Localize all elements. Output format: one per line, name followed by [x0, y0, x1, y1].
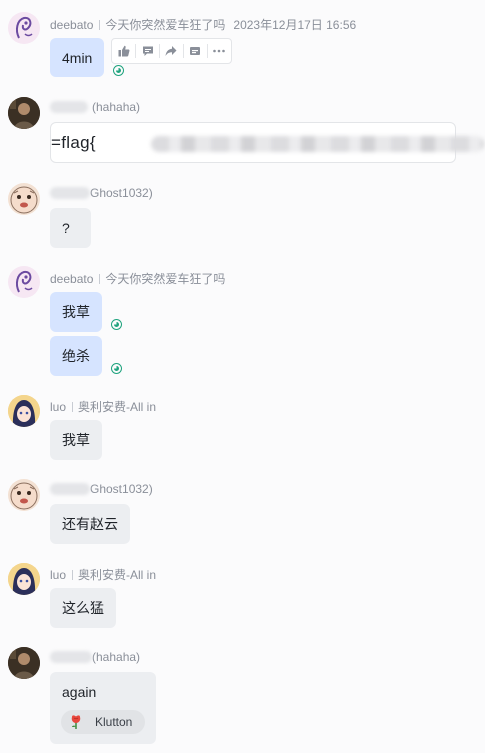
message-header: deebato 今天你突然爱车狂了吗 2023年12月17日 16:56	[50, 16, 356, 33]
redacted-name	[50, 187, 90, 199]
message-text: 还有赵云	[62, 516, 118, 532]
message-header: Ghost1032)	[50, 482, 153, 496]
sender-name[interactable]: luo	[50, 568, 66, 582]
thumbs-up-icon[interactable]	[112, 39, 135, 63]
message-text: ?	[62, 220, 70, 236]
sender-name[interactable]: deebato	[50, 18, 93, 32]
message-text: again	[62, 684, 97, 700]
avatar-deebato[interactable]	[8, 12, 40, 44]
group-name: 奥利安费-All in	[78, 568, 157, 582]
divider	[99, 274, 101, 284]
redacted-content	[151, 136, 484, 152]
redacted-name	[50, 651, 92, 663]
sender-name[interactable]: (hahaha)	[92, 100, 140, 114]
message-text: 4min	[62, 49, 93, 66]
read-status-icon	[111, 363, 122, 374]
divider	[72, 570, 74, 580]
sender-name[interactable]: luo	[50, 400, 66, 414]
message-text: 这么猛	[62, 600, 104, 616]
message-bubble[interactable]: 4min	[50, 38, 105, 77]
reaction-label: Klutton	[95, 715, 133, 729]
avatar-deebato[interactable]	[8, 266, 40, 298]
timestamp: 2023年12月17日 16:56	[233, 18, 357, 32]
redacted-name	[50, 483, 90, 495]
sender-name[interactable]: Ghost1032)	[90, 186, 153, 200]
message-text: 我草	[62, 432, 90, 448]
message-text: 绝杀	[62, 348, 90, 364]
message-bubble[interactable]: 还有赵云	[50, 504, 130, 544]
sender-name[interactable]: deebato	[50, 272, 93, 286]
avatar-hahaha[interactable]	[8, 97, 40, 129]
divider	[99, 20, 101, 30]
message-header: deebato 今天你突然爱车狂了吗	[50, 270, 225, 287]
card-icon[interactable]	[184, 39, 207, 63]
message-bubble[interactable]: 我草	[50, 420, 102, 460]
message-bubble[interactable]: 绝杀	[50, 336, 102, 376]
message-header: Ghost1032)	[50, 186, 153, 200]
avatar-hahaha[interactable]	[8, 647, 40, 679]
sender-name[interactable]: Ghost1032)	[90, 482, 153, 496]
read-status-icon	[111, 319, 122, 330]
avatar-luo[interactable]	[8, 563, 40, 595]
group-name: 今天你突然爱车狂了吗	[105, 18, 226, 32]
message-bubble[interactable]: =flag{	[50, 122, 484, 163]
rose-icon	[69, 714, 83, 730]
message-action-toolbar	[111, 38, 232, 64]
message-header: (hahaha)	[50, 100, 140, 114]
more-icon[interactable]	[208, 39, 231, 63]
group-name: 奥利安费-All in	[78, 400, 157, 414]
message-bubble[interactable]: ?	[50, 208, 91, 248]
message-header: luo 奥利安费-All in	[50, 398, 156, 415]
message-bubble[interactable]: 我草	[50, 292, 102, 332]
sender-name[interactable]: (hahaha)	[92, 650, 140, 664]
divider	[72, 402, 74, 412]
avatar-ghost1032[interactable]	[8, 479, 40, 511]
message-header: (hahaha)	[50, 650, 140, 664]
group-name: 今天你突然爱车狂了吗	[105, 272, 226, 286]
message-header: luo 奥利安费-All in	[50, 566, 156, 583]
message-bubble[interactable]: 这么猛	[50, 588, 116, 628]
comment-icon[interactable]	[136, 39, 159, 63]
forward-icon[interactable]	[160, 39, 183, 63]
avatar-luo[interactable]	[8, 395, 40, 427]
reaction-chip[interactable]: Klutton	[61, 710, 145, 734]
message-text: =flag{	[51, 133, 96, 152]
avatar-ghost1032[interactable]	[8, 183, 40, 215]
message-text: 我草	[62, 304, 90, 320]
read-status-icon	[113, 65, 124, 76]
redacted-name	[50, 101, 88, 113]
